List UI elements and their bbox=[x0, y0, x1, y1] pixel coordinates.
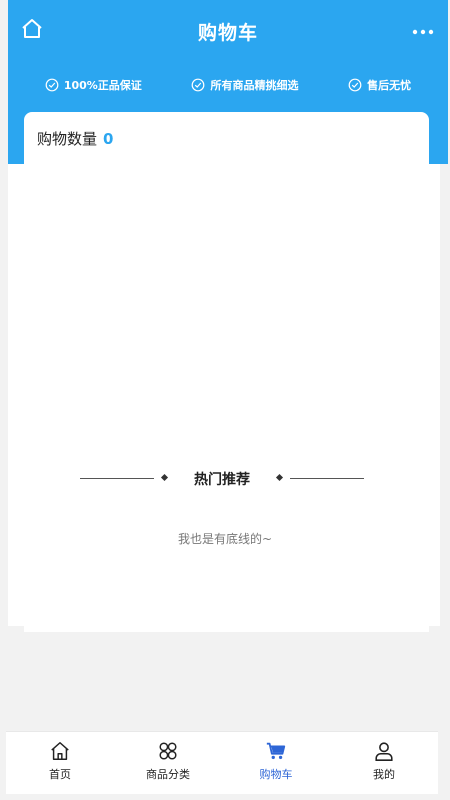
feature-genuine: 100%正品保证 bbox=[45, 75, 142, 95]
cart-count: 购物数量 0 bbox=[37, 128, 113, 149]
cart-count-label: 购物数量 bbox=[37, 130, 98, 148]
tab-label: 我的 bbox=[373, 768, 395, 781]
tab-home[interactable]: 首页 bbox=[6, 732, 114, 794]
page-title: 购物车 bbox=[197, 22, 258, 44]
tab-label: 购物车 bbox=[259, 768, 293, 781]
diamond-icon bbox=[275, 473, 284, 482]
feature-label: 100%正品保证 bbox=[63, 79, 142, 92]
check-circle-icon bbox=[192, 78, 205, 92]
feature-badges: 100%正品保证 所有商品精挑细选 售后无忧 bbox=[8, 75, 448, 95]
feature-label: 所有商品精挑细选 bbox=[210, 79, 299, 92]
tab-profile[interactable]: 我的 bbox=[330, 732, 438, 794]
hot-recommend-title: 热门推荐 bbox=[194, 472, 250, 488]
tab-cart[interactable]: 购物车 bbox=[222, 732, 330, 794]
category-icon bbox=[159, 742, 177, 760]
user-icon bbox=[375, 742, 393, 761]
check-circle-icon bbox=[348, 78, 362, 92]
tab-label: 商品分类 bbox=[146, 768, 190, 781]
cart-card bbox=[24, 112, 429, 632]
more-button[interactable] bbox=[410, 24, 436, 38]
feature-selected: 所有商品精挑细选 bbox=[191, 75, 298, 95]
check-circle-icon bbox=[45, 78, 59, 92]
tab-category[interactable]: 商品分类 bbox=[114, 732, 222, 794]
cart-icon bbox=[266, 742, 286, 760]
home-icon bbox=[51, 742, 69, 760]
divider-line bbox=[290, 478, 364, 479]
hot-recommend-divider: 热门推荐 bbox=[80, 468, 364, 490]
feature-after-sales: 售后无忧 bbox=[348, 75, 411, 95]
diamond-icon bbox=[160, 473, 169, 482]
divider-line bbox=[80, 478, 154, 479]
end-of-list-text: 我也是有底线的~ bbox=[177, 532, 273, 546]
cart-count-value: 0 bbox=[103, 130, 114, 148]
feature-label: 售后无忧 bbox=[367, 79, 412, 92]
more-dots-icon bbox=[412, 29, 434, 35]
tab-label: 首页 bbox=[49, 768, 71, 781]
bottom-tabbar: 首页 商品分类 购物车 我的 bbox=[6, 731, 438, 794]
